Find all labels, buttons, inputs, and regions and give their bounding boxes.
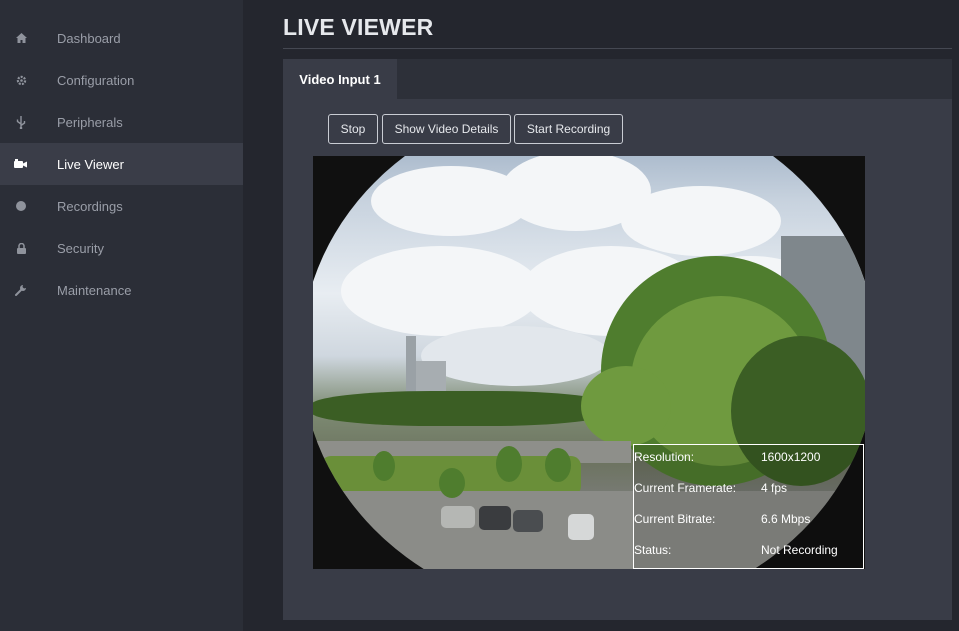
sidebar-item-configuration[interactable]: Configuration <box>0 59 243 101</box>
sidebar: Dashboard Configuration Peripherals Live… <box>0 0 243 631</box>
sidebar-item-maintenance[interactable]: Maintenance <box>0 269 243 311</box>
framerate-label: Current Framerate: <box>634 481 737 495</box>
gear-icon <box>14 72 28 88</box>
video-panel: Stop Show Video Details Start Recording <box>283 99 952 620</box>
bitrate-value: 6.6 Mbps <box>761 512 811 526</box>
video-camera-icon <box>14 156 28 172</box>
sidebar-item-label: Live Viewer <box>57 156 124 172</box>
show-video-details-button[interactable]: Show Video Details <box>382 114 511 144</box>
title-divider <box>283 48 952 49</box>
video-feed[interactable]: Resolution: 1600x1200 Current Framerate:… <box>313 156 865 569</box>
sidebar-item-label: Dashboard <box>57 30 121 46</box>
sidebar-item-peripherals[interactable]: Peripherals <box>0 101 243 143</box>
resolution-row: Resolution: 1600x1200 <box>634 450 865 470</box>
sidebar-item-label: Maintenance <box>57 282 132 298</box>
sidebar-item-recordings[interactable]: Recordings <box>0 185 243 227</box>
resolution-label: Resolution: <box>634 450 695 464</box>
status-label: Status: <box>634 543 672 557</box>
tab-video-input-1[interactable]: Video Input 1 <box>283 59 397 99</box>
record-dot-icon <box>14 198 28 214</box>
bitrate-row: Current Bitrate: 6.6 Mbps <box>634 512 865 532</box>
tab-strip: Video Input 1 <box>283 59 952 99</box>
bitrate-label: Current Bitrate: <box>634 512 716 526</box>
resolution-value: 1600x1200 <box>761 450 821 464</box>
main-content: LIVE VIEWER Video Input 1 Stop Show Vide… <box>243 0 959 631</box>
sidebar-item-label: Recordings <box>57 198 123 214</box>
framerate-value: 4 fps <box>761 481 788 495</box>
status-value: Not Recording <box>761 543 838 557</box>
stop-button[interactable]: Stop <box>328 114 378 144</box>
start-recording-button[interactable]: Start Recording <box>514 114 623 144</box>
video-details-overlay: Resolution: 1600x1200 Current Framerate:… <box>633 444 864 569</box>
sidebar-item-security[interactable]: Security <box>0 227 243 269</box>
usb-icon <box>14 114 28 130</box>
status-row: Status: Not Recording <box>634 543 865 563</box>
lock-icon <box>14 240 28 256</box>
sidebar-item-live-viewer[interactable]: Live Viewer <box>0 143 243 185</box>
sidebar-item-label: Security <box>57 240 104 256</box>
home-icon <box>14 30 28 46</box>
wrench-icon <box>14 282 28 298</box>
sidebar-item-dashboard[interactable]: Dashboard <box>0 17 243 59</box>
sidebar-item-label: Configuration <box>57 72 135 88</box>
sidebar-item-label: Peripherals <box>57 114 123 130</box>
framerate-row: Current Framerate: 4 fps <box>634 481 865 501</box>
page-title: LIVE VIEWER <box>283 14 434 40</box>
